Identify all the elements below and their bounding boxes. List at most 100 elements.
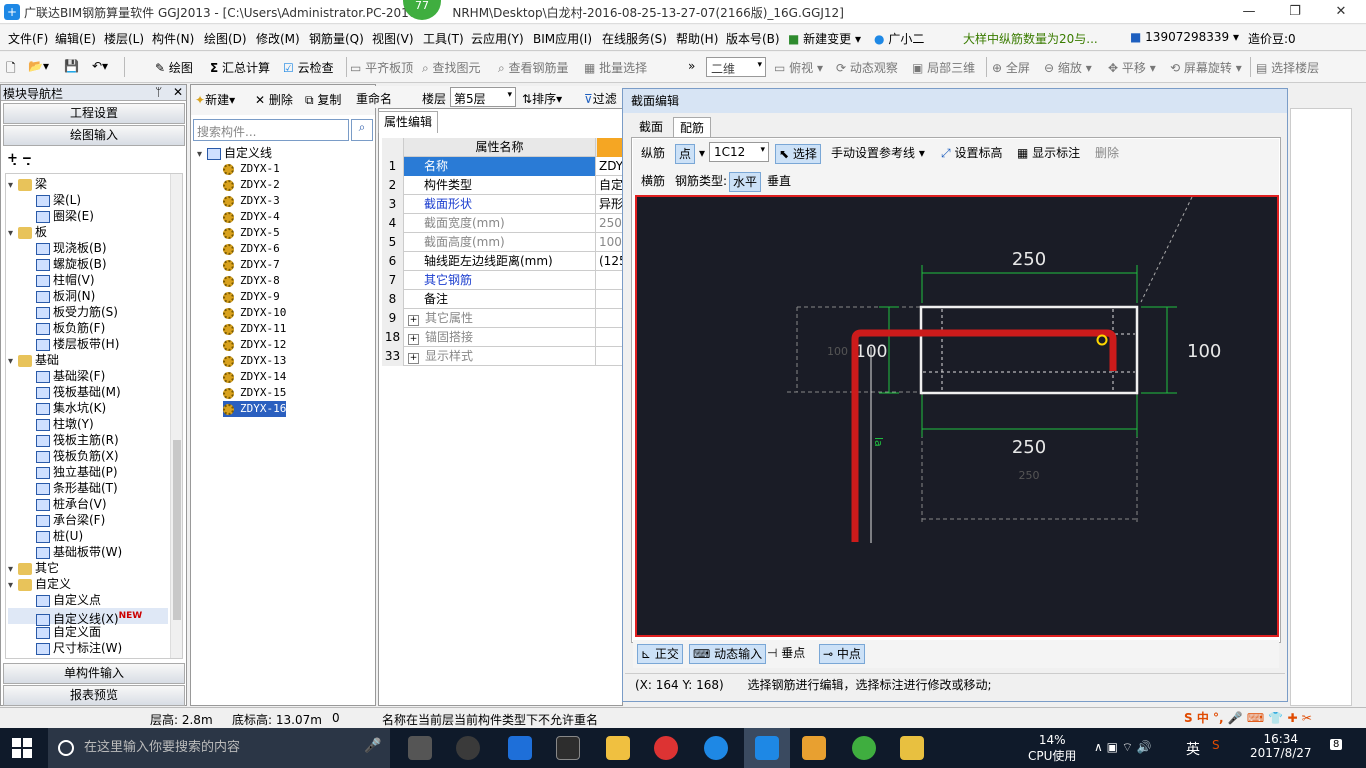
tree-folder[interactable]: ▾ 板 xyxy=(8,224,168,240)
tab-property-edit[interactable]: 属性编辑 xyxy=(378,111,438,133)
menu-view[interactable]: 视图(V) xyxy=(372,30,414,47)
expand-all-icon[interactable]: +̣ ‒̣ xyxy=(7,151,31,166)
tree-item[interactable]: 柱帽(V) xyxy=(8,272,168,288)
property-row[interactable]: 9 + 其它属性 xyxy=(382,309,623,328)
tree-item[interactable]: 筏板主筋(R) xyxy=(8,432,168,448)
project-settings-button[interactable]: 工程设置 xyxy=(3,103,185,124)
search-icon[interactable]: ⌕ xyxy=(351,119,373,141)
microphone-icon[interactable]: 🎤 xyxy=(364,738,381,754)
set-elevation-button[interactable]: ⤢ 设置标高 xyxy=(941,144,1002,162)
menu-file[interactable]: 文件(F) xyxy=(8,30,48,47)
rotate-button[interactable]: ⟲ 屏幕旋转 ▾ xyxy=(1170,59,1242,76)
cpu-usage[interactable]: 14% CPU使用 xyxy=(1028,733,1076,764)
view-rebar-button[interactable]: ⌕ 查看钢筋量 xyxy=(498,59,569,76)
tree-item[interactable]: 板受力筋(S) xyxy=(8,304,168,320)
tree-item[interactable]: 桩承台(V) xyxy=(8,496,168,512)
find-element-button[interactable]: ⌕ 查找图元 xyxy=(422,59,481,76)
property-row[interactable]: 18 + 锚固搭接 xyxy=(382,328,623,347)
top-view-button[interactable]: ▭ 俯视 ▾ xyxy=(774,59,823,76)
delete-component-button[interactable]: ✕ 删除 xyxy=(255,91,293,108)
property-row[interactable]: 7 其它钢筋 xyxy=(382,271,623,290)
close-icon[interactable]: ✕ xyxy=(173,85,183,99)
store-icon[interactable] xyxy=(556,736,580,760)
expand-icon[interactable]: ▾ xyxy=(8,226,18,242)
tree-item[interactable]: 板洞(N) xyxy=(8,288,168,304)
component-item[interactable]: ZDYX-15 xyxy=(223,385,286,401)
point-mode-dropdown[interactable]: ▾ xyxy=(699,144,705,162)
tree-item[interactable]: 集水坑(K) xyxy=(8,400,168,416)
view-mode-select[interactable]: 二维 ▾ xyxy=(706,57,766,77)
g-app-icon[interactable] xyxy=(704,736,728,760)
draw-button[interactable]: ✎ 绘图 xyxy=(155,59,193,76)
component-search-input[interactable]: 搜索构件... xyxy=(193,119,349,141)
drawing-scrollbar[interactable] xyxy=(1352,108,1366,706)
notification-center-icon[interactable]: 8 xyxy=(1330,739,1343,750)
single-component-button[interactable]: 单构件输入 xyxy=(3,663,185,684)
menu-rebar[interactable]: 钢筋量(Q) xyxy=(309,30,364,47)
component-item[interactable]: ZDYX-13 xyxy=(223,353,286,369)
property-row[interactable]: 4 截面宽度(mm) 250 xyxy=(382,214,623,233)
tree-item[interactable]: 梁(L) xyxy=(8,192,168,208)
user-account[interactable]: ■ 13907298339 ▾ xyxy=(1130,30,1239,44)
new-file-icon[interactable]: 🗋 xyxy=(6,59,16,80)
component-item[interactable]: ZDYX-9 xyxy=(223,289,280,305)
component-item[interactable]: ZDYX-3 xyxy=(223,193,280,209)
tree-item[interactable]: 自定义点 xyxy=(8,592,168,608)
component-item[interactable]: ZDYX-11 xyxy=(223,321,286,337)
sogou-icon[interactable]: S xyxy=(1212,738,1220,752)
expand-icon[interactable]: + xyxy=(408,334,419,345)
rebar-spec-select[interactable]: 1C12 ▾ xyxy=(709,142,769,162)
tree-item[interactable]: 筏板基础(M) xyxy=(8,384,168,400)
section-canvas[interactable]: 250 250 250 100 100 100 la xyxy=(635,195,1279,637)
component-item[interactable]: ZDYX-6 xyxy=(223,241,280,257)
component-item[interactable]: ZDYX-10 xyxy=(223,305,286,321)
property-row[interactable]: 3 截面形状 异形 xyxy=(382,195,623,214)
new-component-button[interactable]: ✦新建▾ xyxy=(195,91,235,108)
tree-item[interactable]: 桩(U) xyxy=(8,528,168,544)
close-button[interactable]: ✕ xyxy=(1318,2,1364,22)
fullscreen-button[interactable]: ⊕ 全屏 xyxy=(992,59,1030,76)
tree-item[interactable]: 现浇板(B) xyxy=(8,240,168,256)
menu-cloud[interactable]: 云应用(Y) xyxy=(471,30,524,47)
undo-icon[interactable]: ↶▾ xyxy=(92,59,108,73)
expand-icon[interactable]: ▾ xyxy=(8,178,18,194)
component-item[interactable]: ZDYX-12 xyxy=(223,337,286,353)
tree-item[interactable]: 尺寸标注(W) xyxy=(8,640,168,656)
active-app-highlight[interactable] xyxy=(744,728,790,768)
menu-tools[interactable]: 工具(T) xyxy=(423,30,464,47)
clock[interactable]: 16:34 2017/8/27 xyxy=(1250,732,1312,760)
save-icon[interactable]: 💾 xyxy=(64,59,79,73)
property-row[interactable]: 2 构件类型 自定 xyxy=(382,176,623,195)
tree-item[interactable]: 独立基础(P) xyxy=(8,464,168,480)
component-item[interactable]: ZDYX-1 xyxy=(223,161,280,177)
drawing-area[interactable] xyxy=(1290,108,1352,706)
pan-button[interactable]: ✥ 平移 ▾ xyxy=(1108,59,1156,76)
tree-item[interactable]: 自定义面 xyxy=(8,624,168,640)
delete-rebar-button[interactable]: 删除 xyxy=(1095,144,1119,162)
filter-button[interactable]: ⊽过滤 xyxy=(584,90,620,107)
file-explorer-icon[interactable] xyxy=(606,736,630,760)
mid-point-button[interactable]: ⊸ 中点 xyxy=(819,644,865,664)
tree-folder[interactable]: ▾ 其它 xyxy=(8,560,168,576)
component-item[interactable]: ZDYX-4 xyxy=(223,209,280,225)
menu-draw[interactable]: 绘图(D) xyxy=(204,30,247,47)
collapse-icon[interactable]: ▾ xyxy=(197,147,207,163)
new-change-menu[interactable]: ■ 新建变更 ▾ xyxy=(788,30,861,47)
component-item[interactable]: ZDYX-8 xyxy=(223,273,280,289)
expand-icon[interactable]: ▾ xyxy=(8,578,18,594)
cloud-check-button[interactable]: ☑ 云检查 xyxy=(283,59,334,76)
restore-button[interactable]: ❐ xyxy=(1272,2,1318,22)
menu-bim[interactable]: BIM应用(I) xyxy=(533,30,592,47)
tray-icons[interactable]: ∧ ▣ ⌔ 🔊 xyxy=(1094,740,1152,755)
guangxiaoer-menu[interactable]: ● 广小二 xyxy=(874,30,924,47)
menu-online[interactable]: 在线服务(S) xyxy=(602,30,667,47)
open-folder-icon[interactable]: 📂▾ xyxy=(28,59,49,73)
zoom-button[interactable]: ⊖ 缩放 ▾ xyxy=(1044,59,1092,76)
perp-point-button[interactable]: ⊣ 垂点 xyxy=(767,644,805,662)
menu-edit[interactable]: 编辑(E) xyxy=(55,30,96,47)
tree-scrollbar[interactable] xyxy=(170,174,182,658)
tree-folder[interactable]: ▾ 梁 xyxy=(8,176,168,192)
expand-icon[interactable]: + xyxy=(408,315,419,326)
component-item[interactable]: ZDYX-14 xyxy=(223,369,286,385)
expand-icon[interactable]: ▾ xyxy=(8,354,18,370)
